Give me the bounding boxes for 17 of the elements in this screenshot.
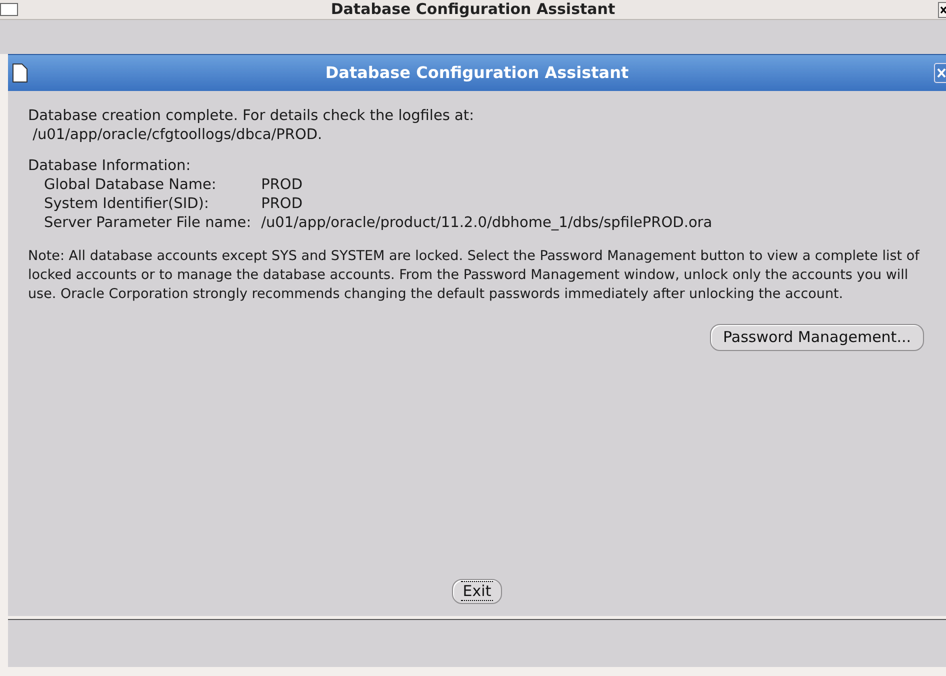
info-label: System Identifier(SID): [44,195,210,214]
info-label: Global Database Name: [44,176,218,195]
message-text: Database creation complete. For details check the logfiles at: [28,107,476,126]
info-value: PROD [261,176,304,195]
window-title: Database Configuration Assistant [330,0,616,20]
info-value: /u01/app/oracle/product/11.2.0/dbhome_1/dbs/spfilePROD.ora [261,214,714,233]
message-text: /u01/app/oracle/cfgtoollogs/dbca/PROD. [32,126,324,145]
exit-button[interactable]: Exit [452,579,502,604]
info-heading: Database Information: [28,157,192,176]
close-icon[interactable] [938,2,946,18]
password-management-button[interactable]: Password Management... [710,324,924,351]
dialog-title: Database Configuration Assistant [325,62,629,84]
window-icon [0,3,18,16]
info-value: PROD [261,195,304,214]
info-label: Server Parameter File name: [44,214,252,233]
note-text: Note: All database accounts except SYS and SYSTEM are locked. Select the Password Management button to view a complete list of locked accounts or to manage the database accounts. From the Password Management window, unlock only the accounts you will use. Oracle Corporation strongly recommends changing the default passwords immediately after unlocking the account. [28,247,921,304]
document-icon [12,63,28,83]
